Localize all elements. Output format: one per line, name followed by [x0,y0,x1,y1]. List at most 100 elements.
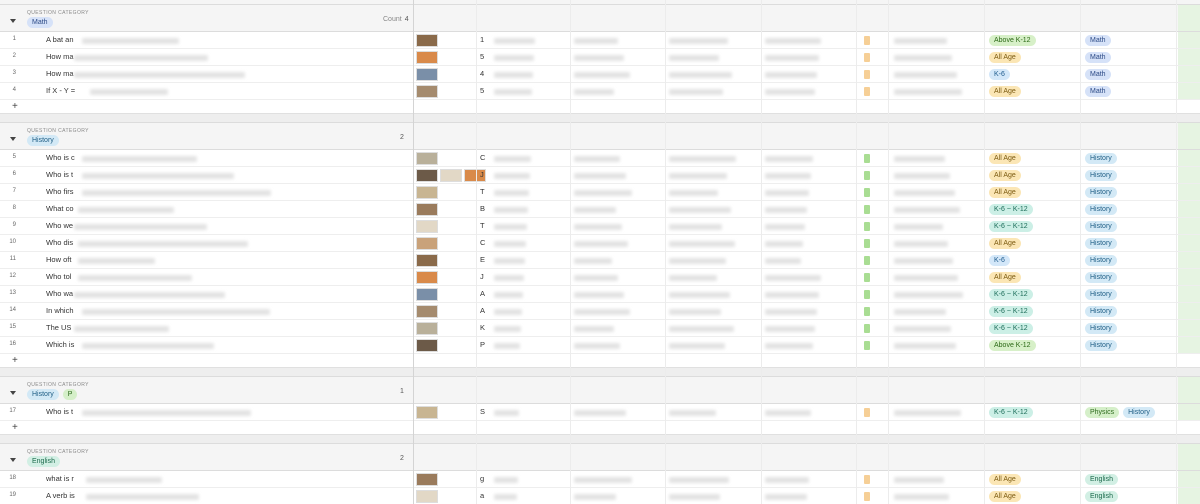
answer-text[interactable]: g [480,474,484,483]
image-thumbnail[interactable] [416,51,438,64]
image-attachments[interactable] [416,322,438,335]
image-attachments[interactable] [416,271,438,284]
question-text[interactable]: Who is t [46,170,73,179]
answer-text[interactable]: B [480,204,485,213]
image-thumbnail[interactable] [416,34,438,47]
image-thumbnail[interactable] [416,473,438,486]
answer-text[interactable]: T [480,221,485,230]
image-thumbnail[interactable] [416,305,438,318]
table-row[interactable]: 5 Who is c C All Age History [0,150,1200,167]
question-text[interactable]: The US [46,323,71,332]
image-attachments[interactable] [416,237,438,250]
age-cell[interactable]: All Age [989,86,1021,97]
table-row[interactable]: 4 If X - Y = 5 All Age Math [0,83,1200,100]
age-cell[interactable]: K-6 ~ K-12 [989,323,1033,334]
table-row[interactable]: 16 Which is P Above K-12 History [0,337,1200,354]
image-thumbnail[interactable] [440,169,462,182]
age-cell[interactable]: K-6 [989,69,1010,80]
answer-text[interactable]: C [480,153,485,162]
category-cell[interactable]: Math [1085,86,1111,97]
age-cell[interactable]: K-6 [989,255,1010,266]
question-text[interactable]: Who we [46,221,73,230]
question-text[interactable]: Which is [46,340,74,349]
category-cell[interactable]: History [1085,238,1117,249]
question-text[interactable]: If X - Y = [46,86,75,95]
age-cell[interactable]: Above K-12 [989,35,1036,46]
category-cell[interactable]: History [1085,289,1117,300]
question-text[interactable]: How oft [46,255,71,264]
image-thumbnail[interactable] [416,271,438,284]
category-cell[interactable]: History [1085,153,1117,164]
age-cell[interactable]: All Age [989,474,1021,485]
image-attachments[interactable] [416,220,438,233]
image-attachments[interactable] [416,152,438,165]
image-attachments[interactable] [416,68,438,81]
answer-text[interactable]: 5 [480,86,484,95]
question-text[interactable]: In which [46,306,74,315]
question-text[interactable]: what is r [46,474,74,483]
answer-text[interactable]: K [480,323,485,332]
image-attachments[interactable] [416,34,438,47]
question-text[interactable]: Who wa [46,289,73,298]
collapse-caret-icon[interactable] [10,458,16,462]
image-attachments[interactable] [416,305,438,318]
image-thumbnail[interactable] [416,339,438,352]
group-header[interactable]: QUESTION CATEGORY English 2 [0,443,1200,471]
image-thumbnail[interactable] [416,68,438,81]
category-cell[interactable]: Math [1085,35,1111,46]
plus-icon[interactable]: + [12,422,18,433]
table-row[interactable]: 11 How oft E K-6 History [0,252,1200,269]
category-cell[interactable]: History [1085,272,1117,283]
answer-text[interactable]: P [480,340,485,349]
table-row[interactable]: 6 Who is t J All Age History [0,167,1200,184]
table-row[interactable]: 12 Who tol J All Age History [0,269,1200,286]
table-row[interactable]: 15 The US K K-6 ~ K-12 History [0,320,1200,337]
question-text[interactable]: A bat an [46,35,74,44]
age-cell[interactable]: K-6 ~ K-12 [989,407,1033,418]
image-thumbnail[interactable] [416,406,438,419]
plus-icon[interactable]: + [12,355,18,366]
add-row-button[interactable]: + [0,354,1200,368]
collapse-caret-icon[interactable] [10,137,16,141]
table-row[interactable]: 7 Who firs T All Age History [0,184,1200,201]
plus-icon[interactable]: + [12,101,18,112]
category-cell[interactable]: History [1085,323,1117,334]
age-cell[interactable]: All Age [989,187,1021,198]
image-attachments[interactable] [416,288,438,301]
image-thumbnail[interactable] [416,203,438,216]
age-cell[interactable]: Above K-12 [989,340,1036,351]
category-cell[interactable]: History [1085,204,1117,215]
question-text[interactable]: A verb is [46,491,75,500]
image-attachments[interactable] [416,186,438,199]
question-text[interactable]: How ma [46,69,74,78]
collapse-caret-icon[interactable] [10,19,16,23]
add-row-button[interactable]: + [0,100,1200,114]
category-cell[interactable]: History [1085,170,1117,181]
group-header[interactable]: QUESTION CATEGORY History 2 [0,122,1200,150]
table-row[interactable]: 9 Who we T K-6 ~ K-12 History [0,218,1200,235]
question-text[interactable]: Who firs [46,187,74,196]
age-cell[interactable]: All Age [989,491,1021,502]
group-header[interactable]: QUESTION CATEGORY History P 1 [0,376,1200,404]
age-cell[interactable]: K-6 ~ K-12 [989,306,1033,317]
age-cell[interactable]: All Age [989,153,1021,164]
table-row[interactable]: 14 In which A K-6 ~ K-12 History [0,303,1200,320]
answer-text[interactable]: 4 [480,69,484,78]
category-cell[interactable]: English [1085,474,1118,485]
table-row[interactable]: 3 How ma 4 K-6 Math [0,66,1200,83]
image-attachments[interactable] [416,85,438,98]
image-thumbnail[interactable] [416,220,438,233]
category-cell[interactable]: History [1085,187,1117,198]
age-cell[interactable]: All Age [989,52,1021,63]
answer-text[interactable]: S [480,407,485,416]
collapse-caret-icon[interactable] [10,391,16,395]
table-row[interactable]: 18 what is r g All Age English [0,471,1200,488]
image-attachments[interactable] [416,254,438,267]
age-cell[interactable]: K-6 ~ K-12 [989,221,1033,232]
image-thumbnail[interactable] [416,237,438,250]
image-attachments[interactable] [416,51,438,64]
image-thumbnail[interactable] [416,85,438,98]
image-thumbnail[interactable] [416,186,438,199]
image-thumbnail[interactable] [416,169,438,182]
answer-text[interactable]: J [480,170,484,179]
